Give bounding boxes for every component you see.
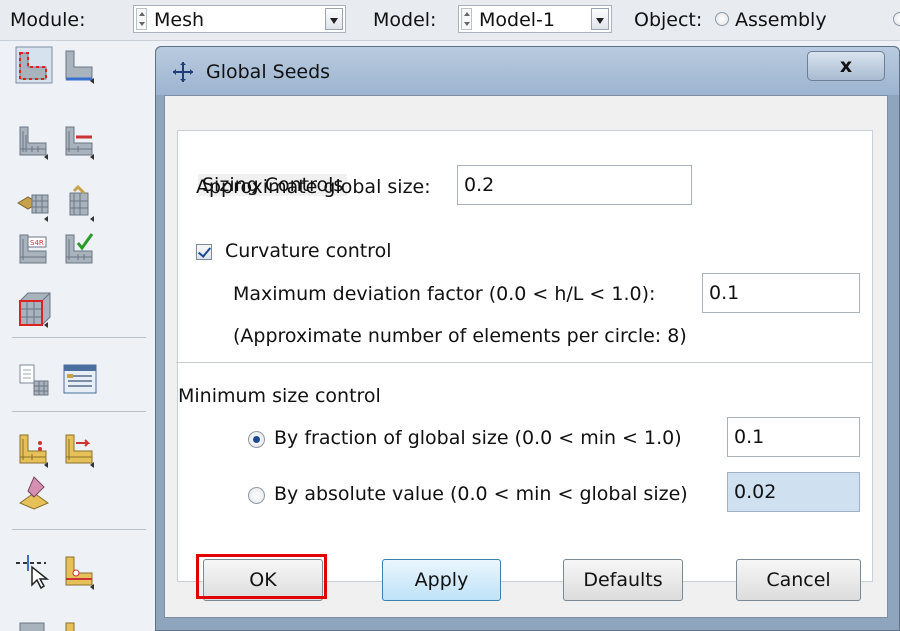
absolute-input[interactable]: 0.02 — [727, 472, 860, 512]
fraction-label: By fraction of global size (0.0 < min < … — [274, 427, 682, 449]
apply-button[interactable]: Apply — [382, 559, 501, 601]
mesh-toolbox: S4R — [0, 41, 155, 631]
select-tool-icon[interactable] — [14, 551, 54, 591]
edit-mesh-icon[interactable] — [14, 429, 54, 469]
section-divider — [176, 362, 872, 363]
curvature-control-checkbox[interactable] — [196, 244, 212, 260]
approx-size-input[interactable]: 0.2 — [457, 165, 692, 205]
global-seeds-dialog: Global Seeds x Sizing Controls Approxima… — [155, 46, 900, 631]
erase-mesh-icon[interactable] — [14, 473, 54, 513]
assign-mesh-controls-icon[interactable] — [14, 183, 54, 223]
extra-tool-icon[interactable] — [60, 617, 100, 631]
cancel-button[interactable]: Cancel — [736, 559, 861, 601]
dialog-title: Global Seeds — [206, 61, 331, 83]
seed-edges-icon[interactable] — [60, 45, 100, 85]
deviation-factor-input[interactable]: 0.1 — [702, 273, 860, 313]
create-mesh-part-icon[interactable] — [14, 359, 54, 399]
module-combo[interactable]: Mesh — [133, 5, 346, 33]
toolbox-divider — [12, 337, 146, 338]
extra-tool-icon[interactable] — [14, 617, 54, 631]
object-part-radio[interactable] — [893, 12, 900, 26]
object-assembly-radio[interactable] — [715, 12, 729, 26]
toolbox-divider — [12, 411, 146, 412]
ok-highlight-box — [196, 554, 327, 599]
deviation-factor-label: Maximum deviation factor (0.0 < h/L < 1.… — [233, 283, 656, 305]
chevron-down-icon[interactable] — [325, 8, 343, 30]
defaults-button[interactable]: Defaults — [563, 559, 683, 601]
delete-edge-seeds-icon[interactable] — [60, 121, 100, 161]
query-info-icon[interactable] — [60, 359, 100, 399]
module-value: Mesh — [154, 9, 205, 31]
seed-part-icon[interactable] — [14, 45, 54, 85]
svg-text:S4R: S4R — [30, 239, 44, 247]
model-combo[interactable]: Model-1 — [458, 5, 612, 33]
delete-part-seeds-icon[interactable] — [14, 121, 54, 161]
close-button[interactable]: x — [807, 51, 885, 81]
assign-element-type-icon[interactable]: S4R — [14, 229, 54, 269]
fraction-radio[interactable] — [248, 431, 265, 448]
curvature-control-label: Curvature control — [225, 240, 392, 262]
object-label: Object: — [634, 9, 703, 31]
move-cross-icon — [173, 62, 193, 82]
model-label: Model: — [373, 9, 437, 31]
partition-tool-icon[interactable] — [60, 551, 100, 591]
mesh-region-icon[interactable] — [14, 289, 54, 329]
model-value: Model-1 — [479, 9, 555, 31]
spin-arrows-icon[interactable] — [461, 8, 472, 30]
dialog-titlebar[interactable]: Global Seeds x — [156, 47, 899, 95]
object-assembly-label: Assembly — [735, 9, 827, 31]
edit-mesh-nodes-icon[interactable] — [60, 429, 100, 469]
assign-stack-direction-icon[interactable] — [60, 183, 100, 223]
spin-arrows-icon[interactable] — [136, 8, 147, 30]
approx-size-label: Approximate global size: — [196, 176, 431, 198]
absolute-radio[interactable] — [248, 487, 265, 504]
absolute-label: By absolute value (0.0 < min < global si… — [274, 483, 688, 505]
module-label: Module: — [10, 9, 86, 31]
close-icon: x — [839, 55, 853, 77]
toolbox-divider — [12, 529, 146, 530]
fraction-input[interactable]: 0.1 — [727, 417, 860, 457]
verify-mesh-icon[interactable] — [60, 229, 100, 269]
chevron-down-icon[interactable] — [591, 8, 609, 30]
elements-per-circle-note: (Approximate number of elements per circ… — [233, 325, 687, 347]
min-size-heading: Minimum size control — [178, 385, 381, 407]
context-bar: Module: Mesh Model: Model-1 Object: Asse… — [0, 0, 900, 41]
